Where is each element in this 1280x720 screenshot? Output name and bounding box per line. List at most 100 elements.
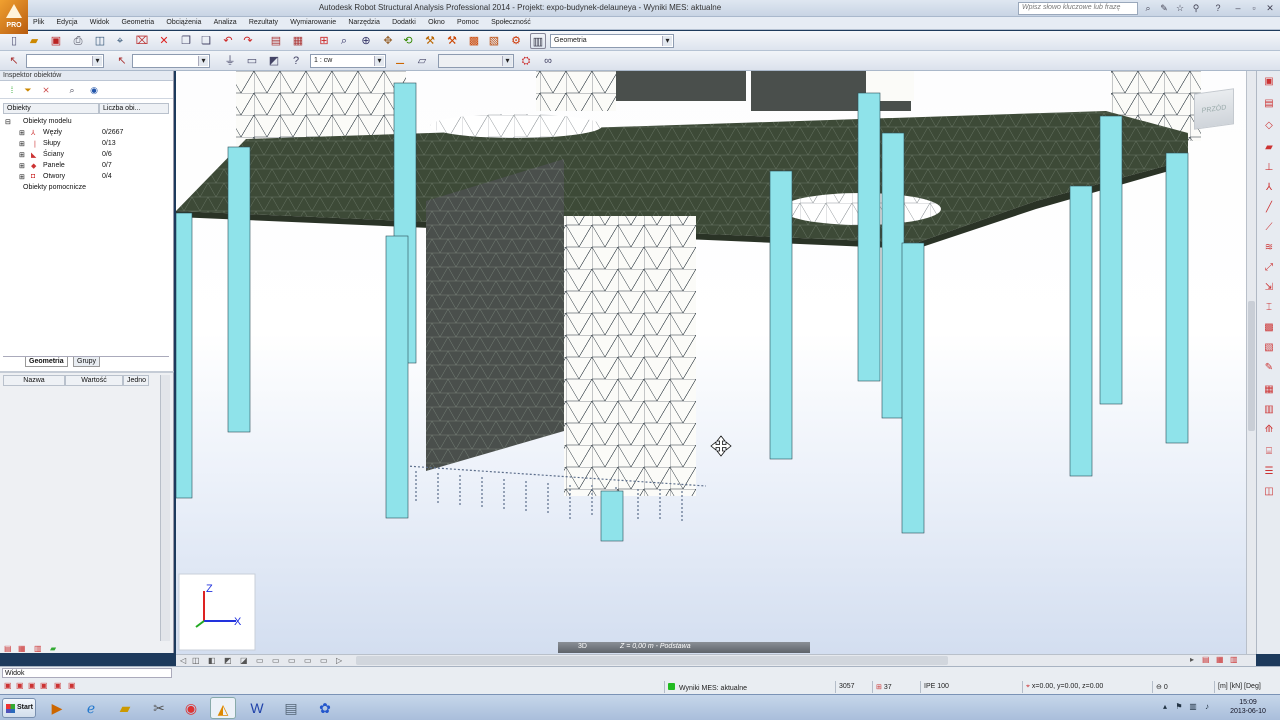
col-value[interactable]: Wartość	[65, 375, 123, 386]
view-config-icon[interactable]: ▥	[1230, 655, 1238, 664]
tree-item-walls[interactable]: ⊞ ◣ Ściany 0/6	[3, 150, 169, 160]
tree-item-aux[interactable]: Obiekty pomocnicze	[3, 183, 169, 193]
new-file-icon[interactable]: ▯	[6, 33, 22, 49]
cut-icon[interactable]: ✕	[156, 33, 172, 49]
redo-icon[interactable]: ↷	[240, 33, 256, 49]
brush-icon[interactable]: ▧	[486, 33, 502, 49]
menu-edycja[interactable]: Edycja	[52, 17, 83, 26]
select-cursor-icon[interactable]: ↖	[6, 53, 22, 69]
col-name[interactable]: Nazwa	[3, 375, 65, 386]
funnel-icon[interactable]: ⏷	[20, 82, 36, 98]
status-tool-icon[interactable]: ▣	[40, 681, 48, 690]
view-tab-icon[interactable]: ◪	[240, 656, 248, 665]
tool-stack-icon[interactable]: ◫	[1261, 485, 1277, 499]
zoom-icon[interactable]: ⌕	[336, 33, 352, 49]
tray-network-icon[interactable]: ▥	[1188, 702, 1198, 712]
star-icon[interactable]: ☆	[1174, 2, 1186, 14]
column-4[interactable]	[385, 235, 409, 519]
menu-rezultaty[interactable]: Rezultaty	[244, 17, 283, 26]
expand-icon[interactable]: ⊞	[19, 162, 25, 170]
app-logo[interactable]: PRO	[0, 0, 28, 34]
tree-root[interactable]: ⊟ Obiekty modelu	[3, 117, 169, 127]
view-tab-last-icon[interactable]: ▷	[336, 656, 342, 665]
column-11[interactable]	[1099, 115, 1123, 405]
tool-frame2-icon[interactable]: ▥	[1261, 403, 1277, 417]
minimize-icon[interactable]: –	[1232, 2, 1244, 14]
hammer-icon[interactable]: ⚒	[444, 33, 460, 49]
plane-icon[interactable]: ▱	[414, 53, 430, 69]
table-icon[interactable]: ▤	[268, 33, 284, 49]
start-button[interactable]: Start	[2, 698, 36, 718]
tree-item-nodes[interactable]: ⊞ ⅄ Węzły 0/2667	[3, 128, 169, 138]
view-cube[interactable]: PRZÓD	[1194, 88, 1234, 130]
filter-icon[interactable]: ⏚	[222, 53, 238, 69]
view-tab-icon[interactable]: ▭	[304, 656, 312, 665]
close-icon[interactable]: ✕	[1264, 2, 1276, 14]
menu-okno[interactable]: Okno	[423, 17, 450, 26]
viewport-vertical-scrollbar[interactable]	[1246, 71, 1256, 654]
open-file-icon[interactable]: ▰	[26, 33, 42, 49]
expand-icon[interactable]: ⊞	[19, 173, 25, 181]
view-grid-icon[interactable]: ▦	[18, 644, 26, 653]
selection-combo[interactable]	[26, 54, 104, 68]
copy-icon[interactable]: ❐	[178, 33, 194, 49]
tool-support-icon[interactable]: ⊥	[1261, 161, 1277, 175]
paste-icon[interactable]: ❏	[198, 33, 214, 49]
properties-scrollbar[interactable]	[160, 375, 170, 641]
tool-mesh-icon[interactable]: ▧	[1261, 341, 1277, 355]
column-12[interactable]	[1165, 152, 1189, 444]
tray-volume-icon[interactable]: ♪	[1202, 702, 1212, 712]
tool-pen-icon[interactable]: ✎	[1261, 361, 1277, 375]
clock[interactable]: 15:09 2013-06-10	[1218, 698, 1278, 716]
calc-icon[interactable]: ▩	[466, 33, 482, 49]
viewport-horizontal-scrollbar[interactable]: ◁ ◫ ◧ ◩ ◪ ▭ ▭ ▭ ▭ ▭ ▷ ▸ ▤ ▦ ▥	[176, 654, 1256, 666]
menu-geometria[interactable]: Geometria	[116, 17, 159, 26]
tab-geometria[interactable]: Geometria	[25, 357, 68, 367]
tools-icon[interactable]: ✎	[1158, 2, 1170, 14]
status-tool-icon[interactable]: ▣	[68, 681, 76, 690]
tool-bar-icon[interactable]: ╱	[1261, 201, 1277, 215]
column-8[interactable]	[881, 132, 905, 419]
column-1[interactable]	[176, 212, 193, 499]
view-tab-icon[interactable]: ◧	[208, 656, 216, 665]
view-tab-icon[interactable]: ▭	[272, 656, 280, 665]
units[interactable]: [m] [kN] [Deg]	[1214, 681, 1280, 693]
scale-select[interactable]: 1 : cw	[310, 54, 386, 68]
expand-icon[interactable]: ⊞	[19, 129, 25, 137]
tray-flag-icon[interactable]: ⚑	[1174, 702, 1184, 712]
menu-obciazenia[interactable]: Obciążenia	[161, 17, 206, 26]
col-count[interactable]: Liczba obi...	[99, 103, 169, 114]
view-calc-icon[interactable]: ▦	[1216, 655, 1224, 664]
rotate-icon[interactable]: ⟲	[400, 33, 416, 49]
column-9[interactable]	[901, 242, 925, 534]
tree-item-openings[interactable]: ⊞ ◘ Otwory 0/4	[3, 172, 169, 182]
chrome-icon[interactable]: ◉	[178, 697, 204, 719]
view-tab-icon[interactable]: ▭	[288, 656, 296, 665]
cursor-icon[interactable]: ↖	[114, 53, 130, 69]
view-icon[interactable]: ▭	[244, 53, 260, 69]
tool-offset-icon[interactable]: ⟋	[1261, 221, 1277, 235]
view-tab-icon[interactable]: ◫	[192, 656, 200, 665]
view-tab-icon[interactable]: ▭	[320, 656, 328, 665]
measure-icon[interactable]: ⚒	[422, 33, 438, 49]
tool-fill-icon[interactable]: ▰	[1261, 141, 1277, 155]
snipping-tool-icon[interactable]: ✂	[146, 697, 172, 719]
lock-icon[interactable]: ⊞	[316, 33, 332, 49]
tool-grid-icon[interactable]: ▦	[1261, 383, 1277, 397]
tool-truss-icon[interactable]: ⟰	[1261, 423, 1277, 437]
tool-diamond-icon[interactable]: ◇	[1261, 119, 1277, 133]
tool-structure-icon[interactable]: ⌸	[1261, 445, 1277, 459]
collapse-icon[interactable]: ⊟	[5, 118, 11, 126]
view-tab-icon[interactable]: ▭	[256, 656, 264, 665]
internet-explorer-icon[interactable]: ℯ	[78, 697, 104, 719]
menu-narzedzia[interactable]: Narzędzia	[343, 17, 385, 26]
tab-grupy[interactable]: Grupy	[73, 357, 101, 367]
layout-icon[interactable]: ▥	[530, 33, 546, 49]
tool-panel-icon[interactable]: ▩	[1261, 321, 1277, 335]
search-icon[interactable]: ⌕	[1142, 2, 1154, 14]
menu-widok[interactable]: Widok	[85, 17, 114, 26]
column-7[interactable]	[857, 92, 881, 382]
view-mode-label[interactable]: 3D	[578, 643, 587, 650]
load-icon[interactable]: ⛭	[518, 53, 534, 69]
model-viewport[interactable]: Z X PRZÓD 3D Z = 0,00 m - Podstawa	[176, 71, 1246, 654]
